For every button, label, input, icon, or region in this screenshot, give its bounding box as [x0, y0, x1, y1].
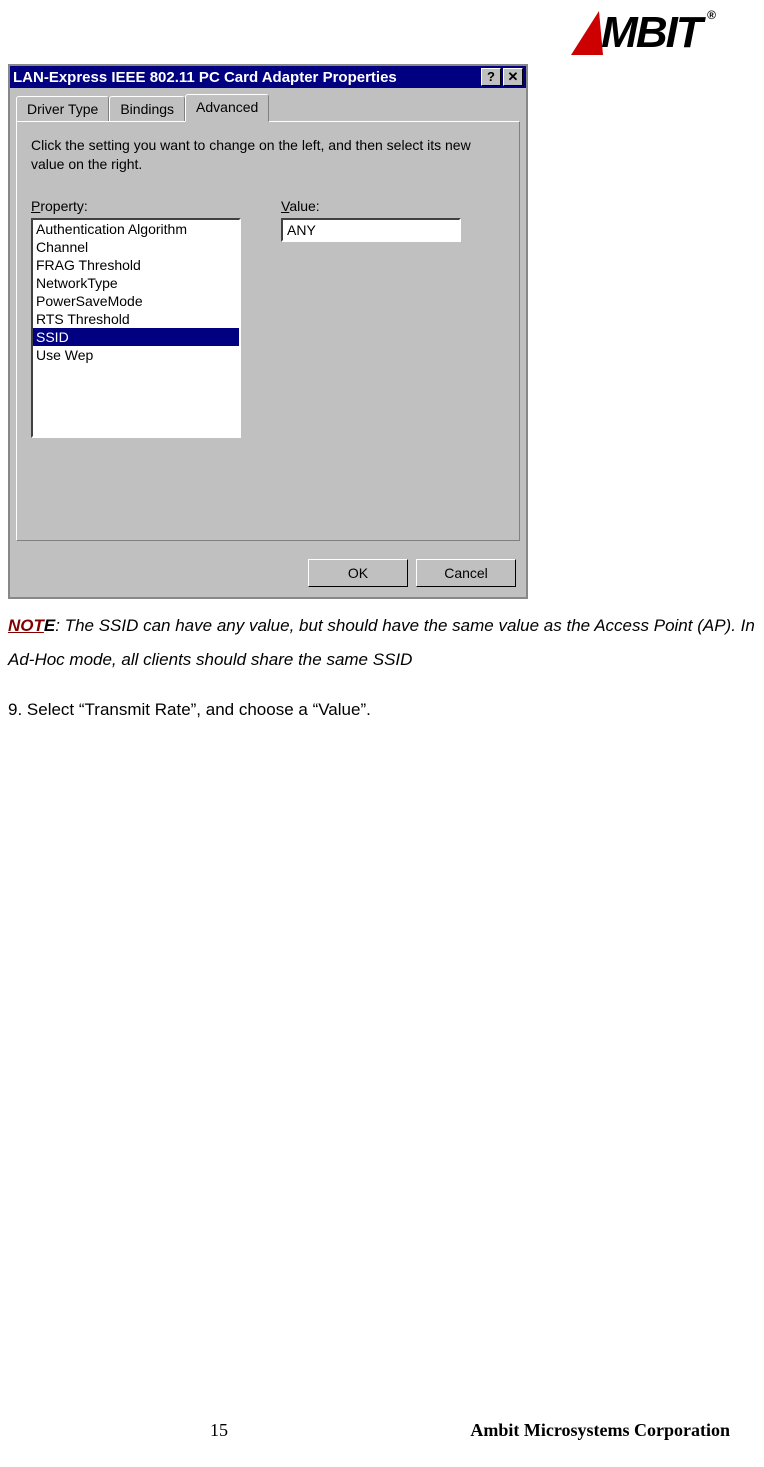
list-item[interactable]: Authentication Algorithm [33, 220, 239, 238]
ok-button[interactable]: OK [308, 559, 408, 587]
list-item[interactable]: Channel [33, 238, 239, 256]
value-label: Value: [281, 198, 505, 214]
help-button[interactable]: ? [481, 68, 501, 86]
registered-mark: ® [707, 8, 716, 22]
value-input[interactable] [281, 218, 461, 242]
step-text: 9. Select “Transmit Rate”, and choose a … [8, 693, 756, 727]
tab-advanced[interactable]: Advanced [185, 94, 269, 122]
titlebar-text: LAN-Express IEEE 802.11 PC Card Adapter … [13, 69, 479, 86]
cancel-button[interactable]: Cancel [416, 559, 516, 587]
note-prefix: NOT [8, 616, 44, 635]
logo-text: MBIT [601, 8, 701, 58]
tab-bindings[interactable]: Bindings [109, 96, 185, 121]
document-body: NOTE: The SSID can have any value, but s… [8, 609, 756, 727]
list-item[interactable]: Use Wep [33, 346, 239, 364]
dialog-button-row: OK Cancel [10, 551, 526, 597]
list-item[interactable]: RTS Threshold [33, 310, 239, 328]
advanced-panel: Click the setting you want to change on … [16, 121, 520, 541]
list-item-selected[interactable]: SSID [33, 328, 239, 346]
list-item[interactable]: NetworkType [33, 274, 239, 292]
titlebar: LAN-Express IEEE 802.11 PC Card Adapter … [10, 66, 526, 88]
list-item[interactable]: FRAG Threshold [33, 256, 239, 274]
note-prefix-tail: E [44, 616, 55, 635]
footer-corporation: Ambit Microsystems Corporation [438, 1420, 730, 1441]
tabstrip: Driver Type Bindings Advanced [10, 88, 526, 121]
page-number: 15 [0, 1420, 438, 1441]
property-listbox[interactable]: Authentication Algorithm Channel FRAG Th… [31, 218, 241, 438]
list-item[interactable]: PowerSaveMode [33, 292, 239, 310]
properties-dialog: LAN-Express IEEE 802.11 PC Card Adapter … [8, 64, 528, 599]
page-footer: 15 Ambit Microsystems Corporation [0, 1420, 764, 1441]
logo-triangle-icon [571, 11, 603, 55]
header-logo: MBIT ® [8, 8, 716, 58]
tab-driver-type[interactable]: Driver Type [16, 96, 109, 121]
close-button[interactable]: ✕ [503, 68, 523, 86]
instruction-text: Click the setting you want to change on … [31, 136, 505, 174]
note-text: : The SSID can have any value, but shoul… [8, 616, 755, 669]
property-label: Property: [31, 198, 251, 214]
